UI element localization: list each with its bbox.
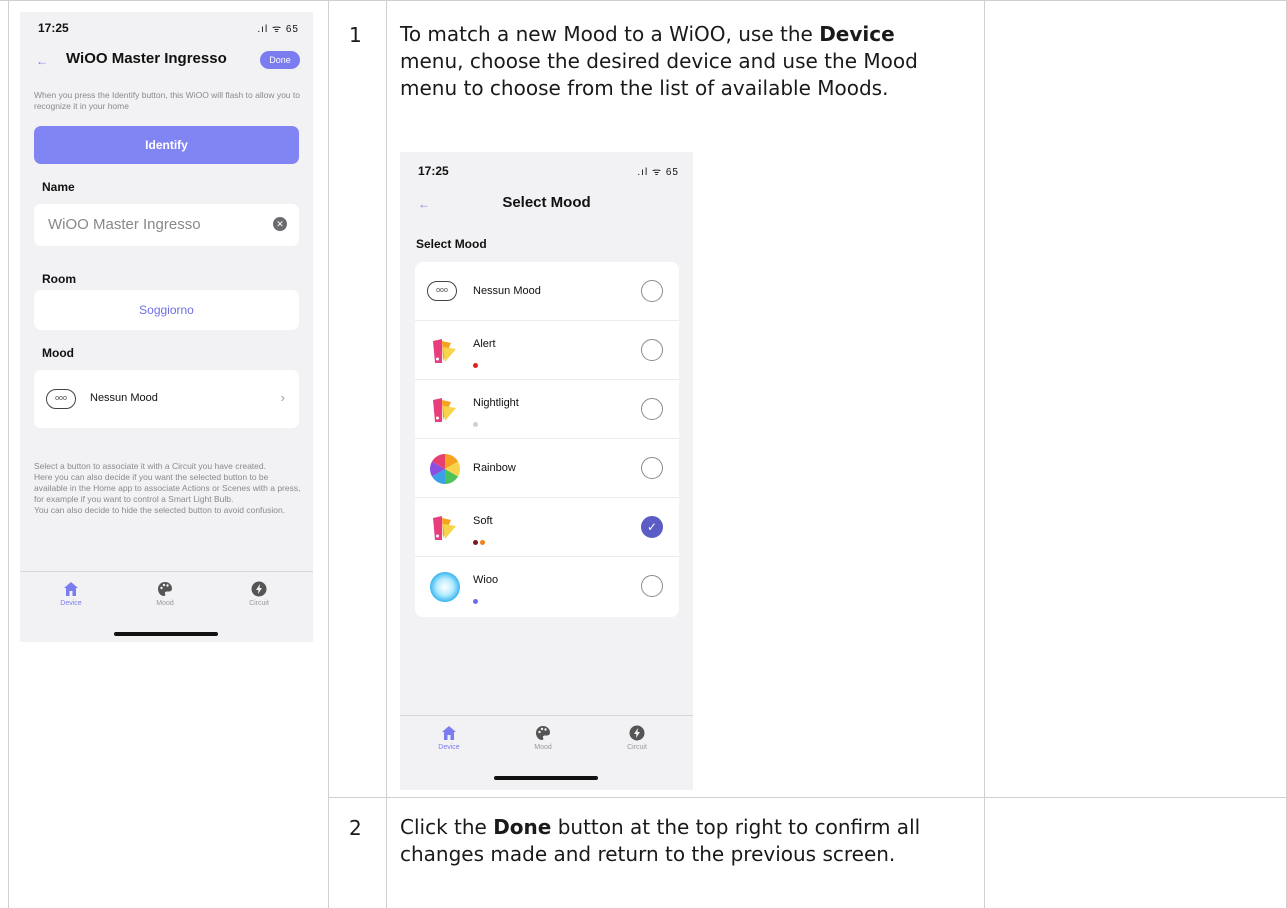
lightning-icon — [629, 725, 645, 741]
status-icons: .ıl ᯤ 65 — [637, 167, 679, 178]
mood-color-dots — [473, 532, 487, 545]
mood-name: Soft — [473, 515, 493, 527]
step-number: 2 — [349, 816, 362, 840]
mood-value: Nessun Mood — [90, 392, 158, 404]
chevron-right-icon: › — [280, 390, 285, 405]
tab-label: Device — [60, 600, 82, 607]
tab-label: Circuit — [249, 600, 269, 607]
home-indicator — [494, 776, 598, 780]
mood-name: Wioo — [473, 574, 499, 586]
mood-name: Nightlight — [473, 397, 519, 409]
mood-selector[interactable]: ooo Nessun Mood › — [34, 370, 299, 428]
mood-name: Alert — [473, 338, 496, 350]
page-title: WiOO Master Ingresso — [66, 50, 227, 67]
col-divider-1 — [328, 0, 329, 908]
name-section-label: Name — [42, 180, 75, 194]
mood-color-dots — [473, 591, 480, 604]
step-instruction: To match a new Mood to a WiOO, use the D… — [400, 22, 918, 100]
home-icon — [64, 582, 78, 596]
color-dot — [473, 599, 478, 604]
mood-option-nessun[interactable]: ooo Nessun Mood — [415, 262, 679, 321]
identify-button[interactable]: Identify — [34, 126, 299, 164]
mood-radio[interactable] — [641, 398, 663, 420]
col-divider-2 — [386, 0, 387, 908]
wioo-glow-icon — [430, 572, 460, 602]
mood-option-wioo[interactable]: Wioo — [415, 557, 679, 616]
home-indicator — [114, 632, 218, 636]
step-instruction: Click the Done button at the top right t… — [400, 815, 921, 866]
mood-radio[interactable] — [641, 457, 663, 479]
col-divider-3 — [984, 0, 985, 908]
color-dot — [473, 540, 478, 545]
tab-label: Circuit — [627, 744, 647, 751]
mood-option-soft[interactable]: Soft ✓ — [415, 498, 679, 557]
home-icon — [442, 726, 456, 740]
room-selector[interactable]: Soggiorno — [34, 290, 299, 330]
none-mood-icon: ooo — [427, 281, 457, 301]
status-icons: .ıl ᯤ 65 — [257, 24, 299, 35]
color-dot — [473, 422, 478, 427]
mood-option-alert[interactable]: Alert — [415, 321, 679, 380]
done-button[interactable]: Done — [260, 51, 300, 69]
palette-icon — [433, 339, 456, 363]
tab-device[interactable]: Device — [419, 725, 479, 751]
status-time: 17:25 — [38, 21, 69, 35]
room-value: Soggiorno — [139, 303, 194, 317]
device-settings-screenshot: 17:25 .ıl ᯤ 65 ← WiOO Master Ingresso Do… — [20, 12, 313, 642]
tab-mood[interactable]: Mood — [135, 581, 195, 607]
mood-option-nightlight[interactable]: Nightlight — [415, 380, 679, 439]
mood-radio[interactable] — [641, 280, 663, 302]
status-time: 17:25 — [418, 164, 449, 178]
section-label: Select Mood — [416, 237, 487, 251]
mood-section-label: Mood — [42, 346, 74, 360]
no-mood-icon: ooo — [46, 389, 76, 409]
mood-list: ooo Nessun Mood Alert Nightlight Rainbow… — [415, 262, 679, 617]
palette-icon — [433, 398, 456, 422]
table-left-border — [8, 0, 9, 908]
mood-option-rainbow[interactable]: Rainbow — [415, 439, 679, 498]
tab-label: Device — [438, 744, 460, 751]
mood-color-dots — [473, 355, 480, 368]
mood-radio[interactable] — [641, 575, 663, 597]
lightning-icon — [251, 581, 267, 597]
select-mood-screenshot: 17:25 .ıl ᯤ 65 ← Select Mood Select Mood… — [400, 152, 693, 790]
name-field[interactable]: WiOO Master Ingresso ✕ — [34, 204, 299, 246]
tab-label: Mood — [156, 600, 174, 607]
tab-label: Mood — [534, 744, 552, 751]
tab-circuit[interactable]: Circuit — [229, 581, 289, 607]
mood-radio-checked[interactable]: ✓ — [641, 516, 663, 538]
mood-color-dots — [473, 414, 480, 427]
color-dot — [473, 363, 478, 368]
mood-radio[interactable] — [641, 339, 663, 361]
back-arrow-icon[interactable]: ← — [34, 53, 50, 69]
identify-hint: When you press the Identify button, this… — [34, 90, 300, 111]
row-divider — [328, 797, 1287, 798]
tab-circuit[interactable]: Circuit — [607, 725, 667, 751]
table-top-border — [0, 0, 1287, 1]
mood-name: Nessun Mood — [473, 285, 541, 297]
color-dot — [480, 540, 485, 545]
tab-mood[interactable]: Mood — [513, 725, 573, 751]
name-input-value: WiOO Master Ingresso — [48, 216, 201, 233]
palette-icon — [158, 582, 172, 596]
page-title: Select Mood — [502, 194, 591, 211]
rainbow-icon — [429, 454, 461, 484]
mood-name: Rainbow — [473, 462, 516, 474]
palette-icon — [536, 726, 550, 740]
palette-icon — [433, 516, 456, 540]
clear-icon[interactable]: ✕ — [273, 217, 287, 231]
footer-help-text: Select a button to associate it with a C… — [34, 461, 301, 515]
room-section-label: Room — [42, 272, 76, 286]
tab-device[interactable]: Device — [41, 581, 101, 607]
step-number: 1 — [349, 23, 362, 47]
